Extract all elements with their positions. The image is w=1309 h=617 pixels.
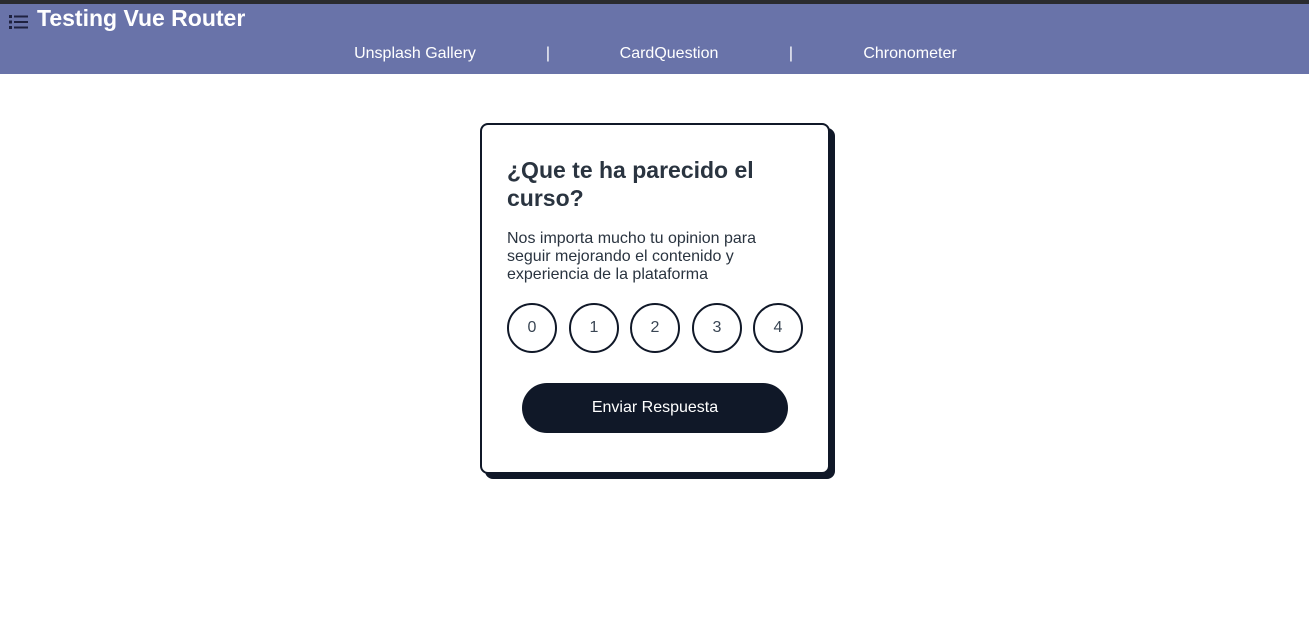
nav-link-unsplash-gallery[interactable]: Unsplash Gallery — [354, 43, 476, 65]
rating-button-0[interactable]: 0 — [507, 303, 557, 353]
app-header: Testing Vue Router Unsplash Gallery | Ca… — [0, 4, 1309, 74]
rating-button-1[interactable]: 1 — [569, 303, 619, 353]
nav-link-chronometer[interactable]: Chronometer — [863, 43, 956, 65]
app-title: Testing Vue Router — [37, 5, 246, 31]
rating-button-4[interactable]: 4 — [753, 303, 803, 353]
nav-link-cardquestion[interactable]: CardQuestion — [620, 43, 719, 65]
main-nav: Unsplash Gallery | CardQuestion | Chrono… — [0, 43, 1309, 65]
question-card: ¿Que te ha parecido el curso? Nos import… — [480, 123, 830, 474]
card-description: Nos importa mucho tu opinion para seguir… — [507, 230, 757, 283]
nav-separator: | — [545, 45, 551, 62]
rating-options: 0 1 2 3 4 — [507, 303, 807, 353]
nav-separator: | — [788, 45, 794, 62]
rating-button-2[interactable]: 2 — [630, 303, 680, 353]
card-title: ¿Que te ha parecido el curso? — [507, 157, 754, 211]
rating-button-3[interactable]: 3 — [692, 303, 742, 353]
submit-button[interactable]: Enviar Respuesta — [522, 383, 788, 433]
list-icon[interactable] — [9, 14, 28, 30]
